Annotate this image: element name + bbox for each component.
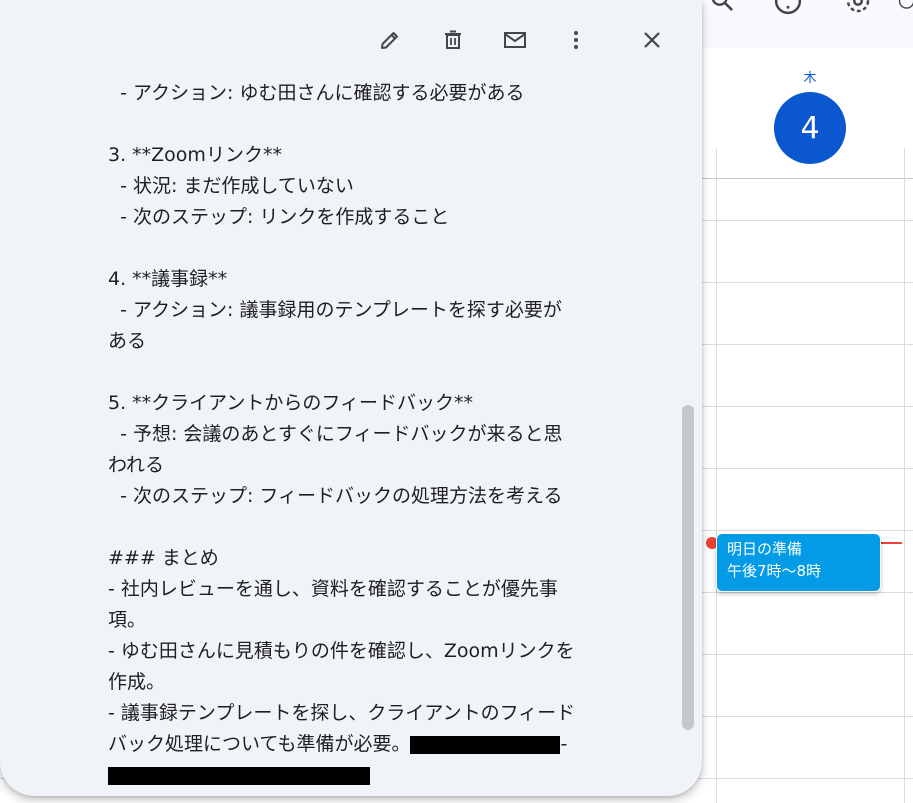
email-icon [502, 28, 528, 56]
description-line: 5. **クライアントからのフィードバック** [108, 392, 474, 414]
grid-day-divider [716, 148, 717, 803]
description-line: われる [108, 454, 165, 476]
more-vert-icon [564, 28, 588, 56]
description-line: - アクション: 議事録用のテンプレートを探す必要が [108, 299, 562, 321]
email-guests-button[interactable] [495, 22, 535, 62]
event-time: 午後7時〜8時 [727, 562, 822, 580]
description-line: 3. **Zoomリンク** [108, 144, 282, 166]
more-options-button[interactable] [556, 22, 596, 62]
help-icon[interactable] [772, 0, 804, 18]
description-line: - アクション: ゆむ田さんに確認する必要がある [108, 82, 525, 104]
settings-icon[interactable] [842, 0, 874, 18]
delete-icon [441, 28, 465, 56]
day-header-thursday[interactable]: 木 4 [716, 48, 904, 178]
description-line-text: バック処理についても準備が必要。 [108, 733, 411, 755]
description-line: - 次のステップ: フィードバックの処理方法を考える [108, 485, 563, 507]
event-detail-popover: - アクション: ゆむ田さんに確認する必要がある 3. **Zoomリンク** … [0, 0, 702, 796]
grid-day-divider [904, 148, 905, 803]
day-name: 木 [803, 71, 817, 86]
scrollbar-thumb[interactable] [682, 405, 694, 730]
event-title: 明日の準備 [727, 540, 803, 558]
description-line-redacted [108, 760, 648, 791]
description-line: - 社内レビューを通し、資料を確認することが優先事 [108, 578, 558, 600]
description-line [108, 357, 648, 388]
edit-event-button[interactable] [370, 22, 410, 62]
description-line: 項。 [108, 609, 147, 631]
popover-toolbar [0, 0, 702, 80]
description-line: - 状況: まだ作成していない [108, 175, 354, 197]
description-line [108, 512, 648, 543]
description-line: - 次のステップ: リンクを作成すること [108, 206, 450, 228]
description-scrollbar[interactable] [682, 405, 694, 730]
description-line [108, 233, 648, 264]
description-line: - ゆむ田さんに見積もりの件を確認し、Zoomリンクを [108, 640, 575, 662]
search-icon[interactable] [706, 0, 738, 18]
description-line: ある [108, 330, 147, 352]
description-line: - 予想: 会議のあとすぐにフィードバックが来ると思 [108, 423, 563, 445]
day-number-today[interactable]: 4 [774, 92, 846, 164]
description-line: - 議事録テンプレートを探し、クライアントのフィード [108, 702, 576, 724]
redacted-block [108, 766, 370, 785]
delete-event-button[interactable] [433, 22, 473, 62]
account-avatar[interactable] [896, 0, 913, 18]
description-line: 4. **議事録** [108, 268, 228, 290]
description-line: 作成。 [108, 671, 166, 693]
event-chip[interactable]: 明日の準備 午後7時〜8時 [716, 533, 881, 592]
redacted-tail: - [560, 733, 568, 755]
description-line: ### まとめ [108, 547, 219, 569]
redacted-block [410, 735, 561, 754]
close-icon [640, 28, 664, 56]
description-line [108, 109, 648, 140]
close-popover-button[interactable] [632, 22, 672, 62]
edit-icon [378, 28, 402, 56]
description-line-with-redaction: バック処理についても準備が必要。 - [108, 729, 648, 760]
event-description: - アクション: ゆむ田さんに確認する必要がある 3. **Zoomリンク** … [108, 78, 648, 796]
